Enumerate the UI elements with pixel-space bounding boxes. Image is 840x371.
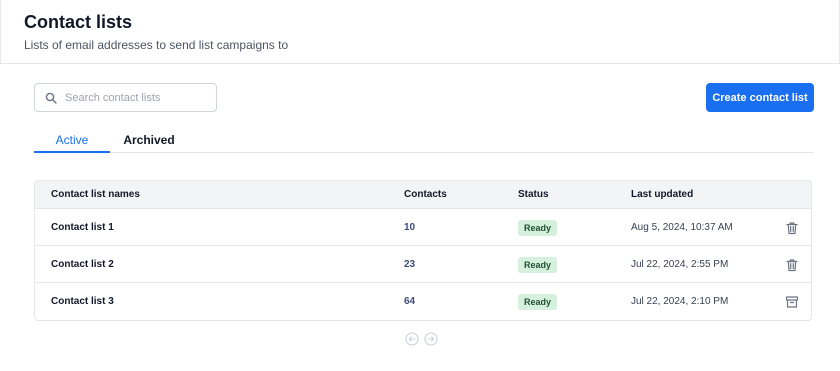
create-contact-list-button[interactable]: Create contact list [706,83,814,112]
contact-list-name[interactable]: Contact list 1 [51,222,114,233]
status-badge: Ready [518,294,558,310]
tab-active[interactable]: Active [34,128,110,153]
table-row[interactable]: Contact list 2 23 Ready Jul 22, 2024, 2:… [35,246,811,283]
contact-list-name[interactable]: Contact list 3 [51,296,114,307]
contact-count: 10 [404,222,416,233]
tab-archived[interactable]: Archived [122,128,176,153]
status-badge: Ready [518,257,558,273]
table-header: Contact list names Contacts Status Last … [35,181,811,209]
tab-bar: Active Archived [34,128,814,153]
last-updated: Jul 22, 2024, 2:10 PM [631,296,729,307]
status-badge: Ready [518,220,558,236]
pagination [405,332,438,346]
page-subtitle: Lists of email addresses to send list ca… [24,38,289,52]
next-page-icon[interactable] [424,332,438,346]
trash-icon[interactable] [784,220,800,236]
archive-icon[interactable] [784,294,800,310]
last-updated: Jul 22, 2024, 2:55 PM [631,259,729,270]
column-header-name[interactable]: Contact list names [51,189,140,200]
column-header-contacts[interactable]: Contacts [404,189,447,200]
previous-page-icon[interactable] [405,332,419,346]
search-input[interactable] [65,91,205,104]
last-updated: Aug 5, 2024, 10:37 AM [631,222,733,233]
trash-icon[interactable] [784,257,800,273]
page-title: Contact lists [24,12,133,32]
search-icon [45,92,57,104]
contact-list-name[interactable]: Contact list 2 [51,259,114,270]
search-box[interactable] [34,83,217,112]
contact-count: 23 [404,259,416,270]
page-header: Contact lists Lists of email addresses t… [0,0,840,64]
table-row[interactable]: Contact list 3 64 Ready Jul 22, 2024, 2:… [35,283,811,320]
column-header-status[interactable]: Status [518,189,549,200]
table-row[interactable]: Contact list 1 10 Ready Aug 5, 2024, 10:… [35,209,811,246]
contact-lists-table: Contact list names Contacts Status Last … [34,180,812,321]
column-header-last-updated[interactable]: Last updated [631,189,693,200]
contact-count: 64 [404,296,416,307]
